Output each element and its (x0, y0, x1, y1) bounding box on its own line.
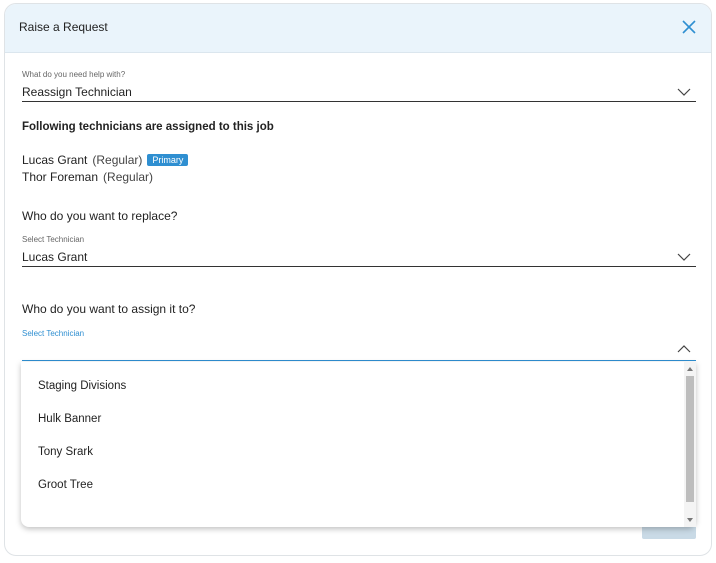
technician-row: Thor Foreman (Regular) (22, 170, 153, 184)
dropdown-scrollbar[interactable] (684, 362, 696, 527)
assign-field-underline (22, 360, 696, 361)
dialog-title: Raise a Request (19, 20, 108, 34)
primary-badge: Primary (147, 154, 189, 166)
assigned-heading: Following technicians are assigned to th… (22, 121, 274, 133)
close-icon[interactable] (681, 19, 697, 35)
technician-dropdown-list: Staging Divisions Hulk Banner Tony Srark… (21, 362, 696, 527)
dialog-header: Raise a Request (5, 4, 711, 53)
replace-field-underline (22, 266, 696, 267)
assign-question: Who do you want to assign it to? (22, 302, 196, 316)
help-field-label: What do you need help with? (22, 70, 126, 79)
dropdown-option[interactable]: Tony Srark (38, 446, 93, 458)
replace-question: Who do you want to replace? (22, 209, 178, 223)
technician-role: (Regular) (103, 170, 154, 184)
technician-name: Thor Foreman (22, 170, 99, 184)
replace-field-value[interactable]: Lucas Grant (22, 250, 87, 264)
raise-request-dialog: Raise a Request What do you need help wi… (4, 3, 712, 556)
replace-field-label: Select Technician (22, 235, 85, 244)
chevron-down-icon[interactable] (677, 87, 691, 97)
help-field-underline (22, 101, 696, 102)
technician-name: Lucas Grant (22, 153, 88, 167)
chevron-down-icon[interactable] (677, 252, 691, 262)
chevron-up-icon[interactable] (677, 344, 691, 354)
assign-field-label: Select Technician (22, 329, 85, 338)
scrollbar-thumb[interactable] (686, 376, 694, 502)
help-field-value[interactable]: Reassign Technician (22, 85, 132, 99)
technician-row: Lucas Grant (Regular) Primary (22, 153, 189, 167)
dropdown-option[interactable]: Groot Tree (38, 479, 93, 491)
technician-role: (Regular) (92, 153, 143, 167)
scroll-up-arrow-icon[interactable] (687, 366, 693, 372)
dropdown-option[interactable]: Staging Divisions (38, 380, 126, 392)
dropdown-option[interactable]: Hulk Banner (38, 413, 101, 425)
scroll-down-arrow-icon[interactable] (687, 517, 693, 523)
